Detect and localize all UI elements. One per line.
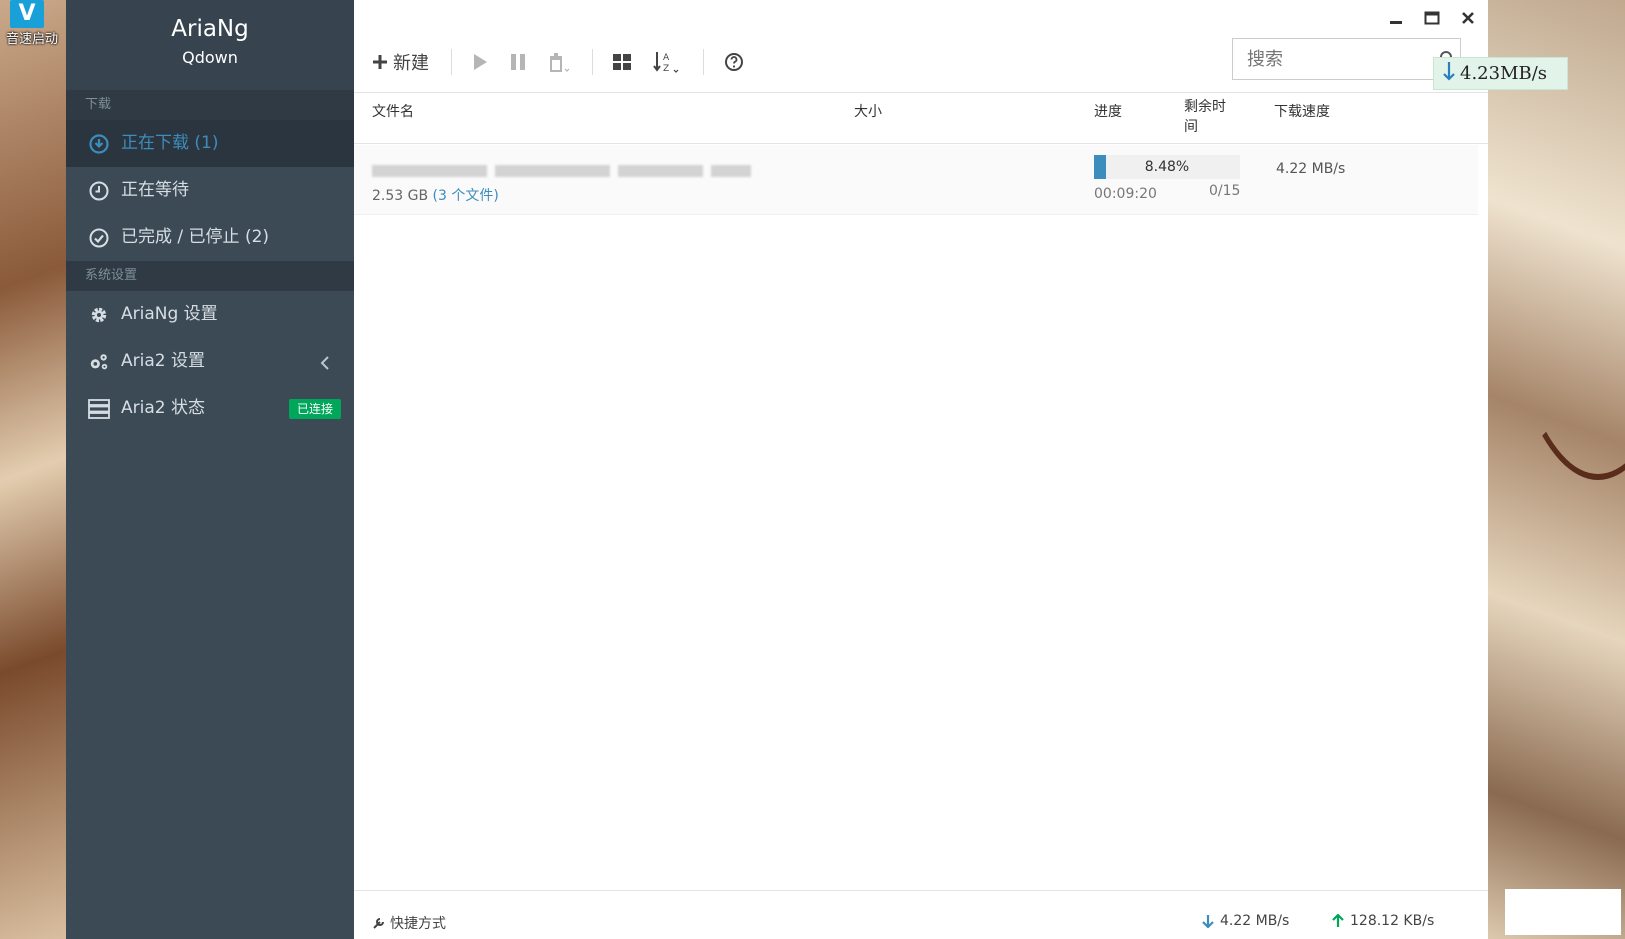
- desktop-shortcut-label: 音速启动: [6, 32, 59, 47]
- svg-text:A: A: [663, 53, 670, 63]
- download-speed-value: 4.22 MB/s: [1220, 913, 1290, 929]
- brand: AriaNg Qdown: [66, 0, 354, 90]
- status-badge: 已连接: [288, 399, 341, 419]
- floating-speed-value: 4.23MB/s: [1460, 63, 1548, 84]
- gears-icon: [88, 351, 110, 373]
- footer-bar: 快捷方式 4.22 MB/s 128.12 KB/s: [354, 890, 1488, 939]
- section-header-download: 下载: [66, 90, 354, 120]
- progress-text: 8.48%: [1144, 159, 1190, 175]
- toolbar-divider: [451, 49, 452, 75]
- arrow-down-icon: [1442, 61, 1456, 86]
- app-shortcut-icon: V: [10, 0, 44, 28]
- desktop-background-right: [1488, 0, 1625, 939]
- minimize-icon[interactable]: [1384, 6, 1408, 30]
- column-header-progress[interactable]: 进度: [1094, 101, 1122, 121]
- close-icon[interactable]: [1456, 6, 1480, 30]
- arrow-up-icon: [1332, 914, 1344, 927]
- start-button[interactable]: [472, 53, 488, 71]
- play-icon: [474, 54, 487, 70]
- column-header-speed[interactable]: 下载速度: [1274, 101, 1330, 121]
- floating-speed-indicator: 4.23MB/s: [1433, 57, 1568, 90]
- check-circle-icon: [88, 227, 110, 249]
- task-files-link[interactable]: (3 个文件): [433, 188, 499, 204]
- sidebar-item-label: 正在等待: [121, 180, 189, 200]
- clock-icon: [88, 180, 110, 202]
- shortcut-link[interactable]: 快捷方式: [372, 913, 446, 933]
- sidebar-item-waiting[interactable]: 正在等待: [66, 167, 354, 214]
- sidebar-item-downloading[interactable]: 正在下载 (1): [66, 120, 354, 167]
- search-input[interactable]: [1232, 38, 1461, 80]
- ariang-window: AriaNg Qdown 下载 正在下载 (1) 正在等待 已完成 / 已停止 …: [66, 0, 1568, 939]
- desktop-overlay-box: [1505, 889, 1621, 935]
- new-task-label: 新建: [393, 53, 429, 74]
- progress-bar: 8.48%: [1094, 155, 1240, 179]
- app-subtitle[interactable]: Qdown: [66, 48, 354, 67]
- select-all-button[interactable]: [613, 53, 631, 71]
- arrow-down-icon: [1202, 915, 1214, 928]
- task-table-header: 文件名 大小 进度 剩余时间 下载速度: [354, 92, 1488, 144]
- download-speed: 4.22 MB/s: [1276, 161, 1346, 177]
- main-content: 新建 AZ 搜索 4.23MB/s 文件名 大小 进度 剩余时间 下载速度 2.…: [354, 0, 1568, 939]
- upload-speed-value: 128.12 KB/s: [1350, 913, 1435, 929]
- chevron-left-icon[interactable]: [320, 338, 330, 385]
- task-size: 2.53 GB (3 个文件): [372, 185, 499, 205]
- sort-alpha-icon: AZ: [653, 52, 679, 73]
- column-header-remaining[interactable]: 剩余时间: [1184, 97, 1234, 137]
- sidebar-item-stopped[interactable]: 已完成 / 已停止 (2): [66, 214, 354, 261]
- download-circle-icon: [88, 133, 110, 155]
- sidebar-item-aria2-settings[interactable]: Aria2 设置: [66, 338, 354, 385]
- sort-button[interactable]: AZ: [653, 51, 681, 73]
- column-header-size[interactable]: 大小: [854, 101, 882, 121]
- sidebar: AriaNg Qdown 下载 正在下载 (1) 正在等待 已完成 / 已停止 …: [66, 0, 354, 939]
- wrench-icon: [373, 918, 384, 929]
- desktop-background-left: V 音速启动: [0, 0, 66, 939]
- gear-icon: [88, 304, 110, 326]
- sidebar-item-label: Aria2 设置: [121, 351, 205, 371]
- app-title: AriaNg: [171, 16, 249, 42]
- sidebar-item-ariang-settings[interactable]: AriaNg 设置: [66, 291, 354, 338]
- sidebar-item-aria2-status[interactable]: Aria2 状态 已连接: [66, 385, 354, 432]
- global-download-speed: 4.22 MB/s: [1202, 913, 1289, 929]
- desktop-shortcut[interactable]: V 音速启动: [6, 0, 66, 50]
- table-row[interactable]: 2.53 GB (3 个文件) 8.48% 00:09:20 0/15 4.22…: [354, 145, 1478, 215]
- connections: 0/15: [1209, 183, 1241, 199]
- help-button[interactable]: [724, 52, 744, 72]
- shortcut-label: 快捷方式: [390, 916, 446, 932]
- svg-text:Z: Z: [663, 64, 669, 73]
- new-task-button[interactable]: 新建: [372, 49, 429, 75]
- grid-icon: [613, 54, 631, 70]
- plus-icon: [373, 55, 387, 69]
- pause-button[interactable]: [510, 53, 526, 71]
- question-circle-icon: [725, 53, 743, 71]
- task-size-value: 2.53 GB: [372, 188, 429, 204]
- server-icon: [88, 398, 110, 420]
- pause-icon: [511, 54, 525, 70]
- delete-button[interactable]: [548, 52, 570, 72]
- sidebar-item-label: 正在下载 (1): [121, 133, 219, 153]
- remaining-time: 00:09:20: [1094, 186, 1157, 202]
- sidebar-item-label: 已完成 / 已停止 (2): [121, 227, 270, 247]
- column-header-name[interactable]: 文件名: [372, 101, 414, 121]
- section-header-settings: 系统设置: [66, 261, 354, 291]
- toolbar-divider: [703, 49, 704, 75]
- global-upload-speed: 128.12 KB/s: [1332, 913, 1434, 929]
- maximize-icon[interactable]: [1420, 6, 1444, 30]
- sidebar-item-label: AriaNg 设置: [121, 304, 218, 324]
- trash-icon: [550, 53, 570, 72]
- toolbar-divider: [592, 49, 593, 75]
- sidebar-item-label: Aria2 状态: [121, 398, 205, 418]
- window-controls: [1384, 6, 1480, 30]
- task-name-redacted: [372, 165, 751, 177]
